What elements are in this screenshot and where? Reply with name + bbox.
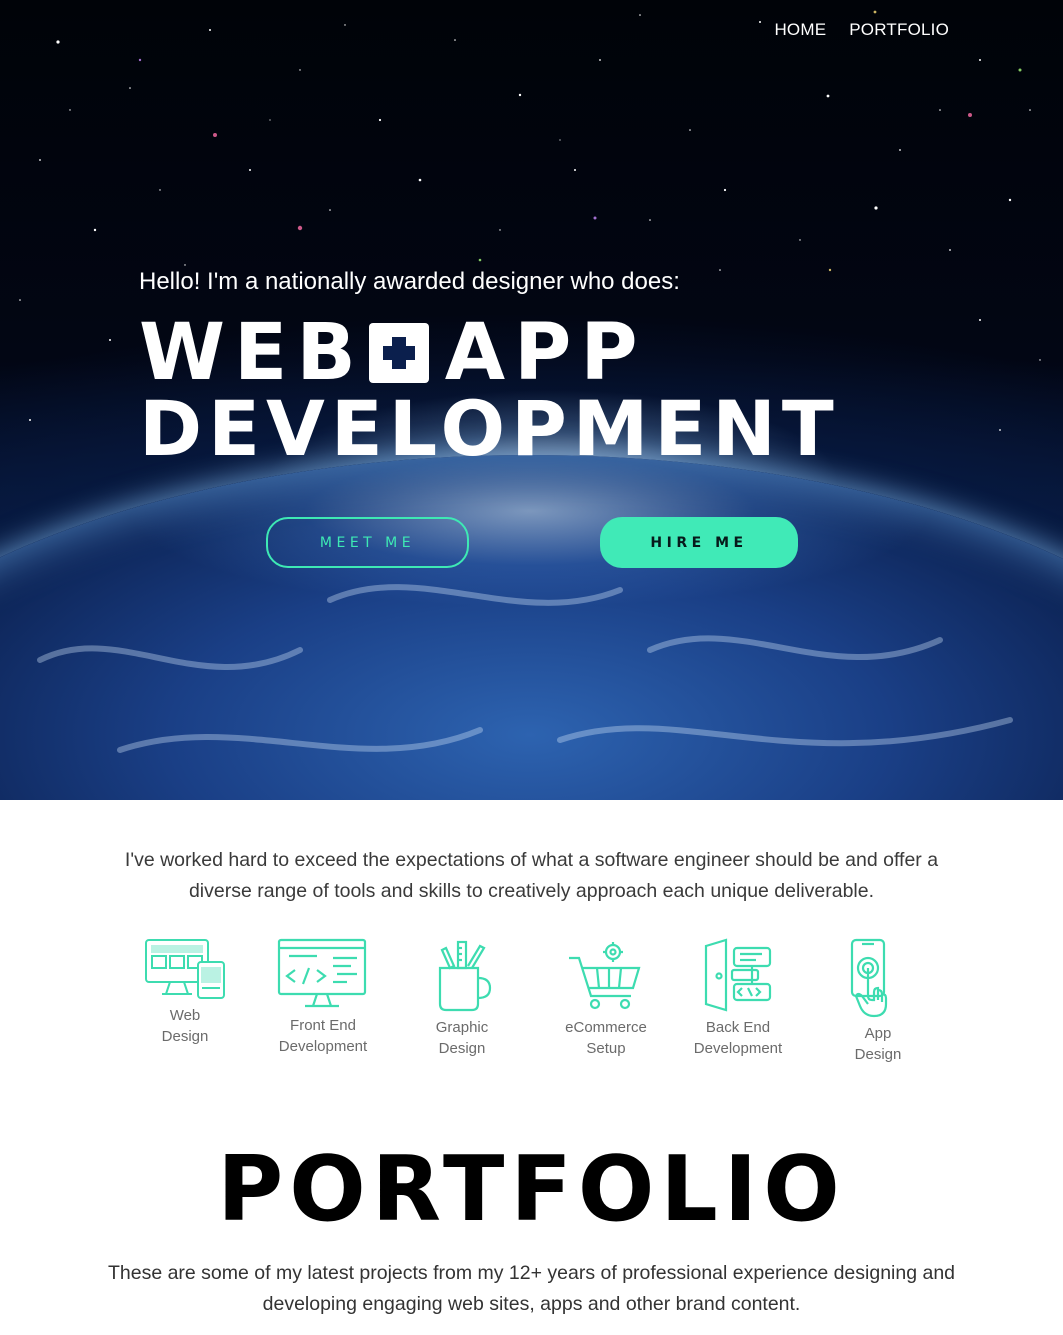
skill-label: Back End Development bbox=[693, 1019, 783, 1057]
skill-ecommerce: eCommerce Setup bbox=[546, 938, 666, 1059]
hire-me-button[interactable]: HIRE ME bbox=[600, 517, 798, 568]
skill-back-end: Back End Development bbox=[678, 938, 798, 1059]
skill-label: Web Design bbox=[161, 1007, 209, 1045]
top-nav: HOME PORTFOLIO bbox=[774, 20, 949, 40]
earth-clouds bbox=[37, 584, 1013, 753]
meet-me-button[interactable]: MEET ME bbox=[266, 517, 469, 568]
hero-intro-text: Hello! I'm a nationally awarded designer… bbox=[139, 268, 680, 295]
portfolio-title: PORTFOLIO bbox=[217, 1137, 846, 1242]
skill-web-design: Web Design bbox=[125, 938, 245, 1047]
pencil-cup-icon bbox=[438, 940, 492, 1012]
hero-headline: WEB APP DEVELOPMENT bbox=[139, 308, 929, 467]
skill-label: eCommerce Setup bbox=[565, 1019, 647, 1057]
server-door-icon bbox=[704, 938, 772, 1012]
web-design-icon bbox=[145, 939, 225, 999]
headline-development: DEVELOPMENT bbox=[139, 384, 840, 473]
code-monitor-icon bbox=[277, 938, 367, 1008]
skills-intro-text: I've worked hard to exceed the expectati… bbox=[124, 849, 939, 902]
skill-front-end: Front End Development bbox=[263, 938, 383, 1057]
skill-app-design: App Design bbox=[818, 938, 938, 1065]
headline-line-1: WEB APP bbox=[139, 308, 929, 398]
nav-home-link[interactable]: HOME bbox=[774, 20, 826, 40]
nav-portfolio-link[interactable]: PORTFOLIO bbox=[849, 20, 949, 40]
skill-graphic-design: Graphic Design bbox=[402, 938, 522, 1059]
skill-label: Graphic Design bbox=[435, 1019, 489, 1057]
headline-line-2: DEVELOPMENT bbox=[139, 391, 929, 467]
skills-list: Web Design Front End Development Graphic… bbox=[130, 938, 940, 1068]
skill-label: App Design bbox=[854, 1025, 902, 1063]
headline-app: APP bbox=[444, 308, 647, 398]
plus-icon bbox=[368, 323, 429, 383]
skill-label: Front End Development bbox=[278, 1017, 368, 1055]
hero-section: HOME PORTFOLIO Hello! I'm a nationally a… bbox=[0, 0, 1063, 800]
headline-web: WEB bbox=[139, 308, 365, 398]
shopping-cart-icon bbox=[569, 942, 641, 1010]
portfolio-intro-text: These are some of my latest projects fro… bbox=[107, 1262, 956, 1315]
phone-tap-icon bbox=[850, 938, 888, 1018]
